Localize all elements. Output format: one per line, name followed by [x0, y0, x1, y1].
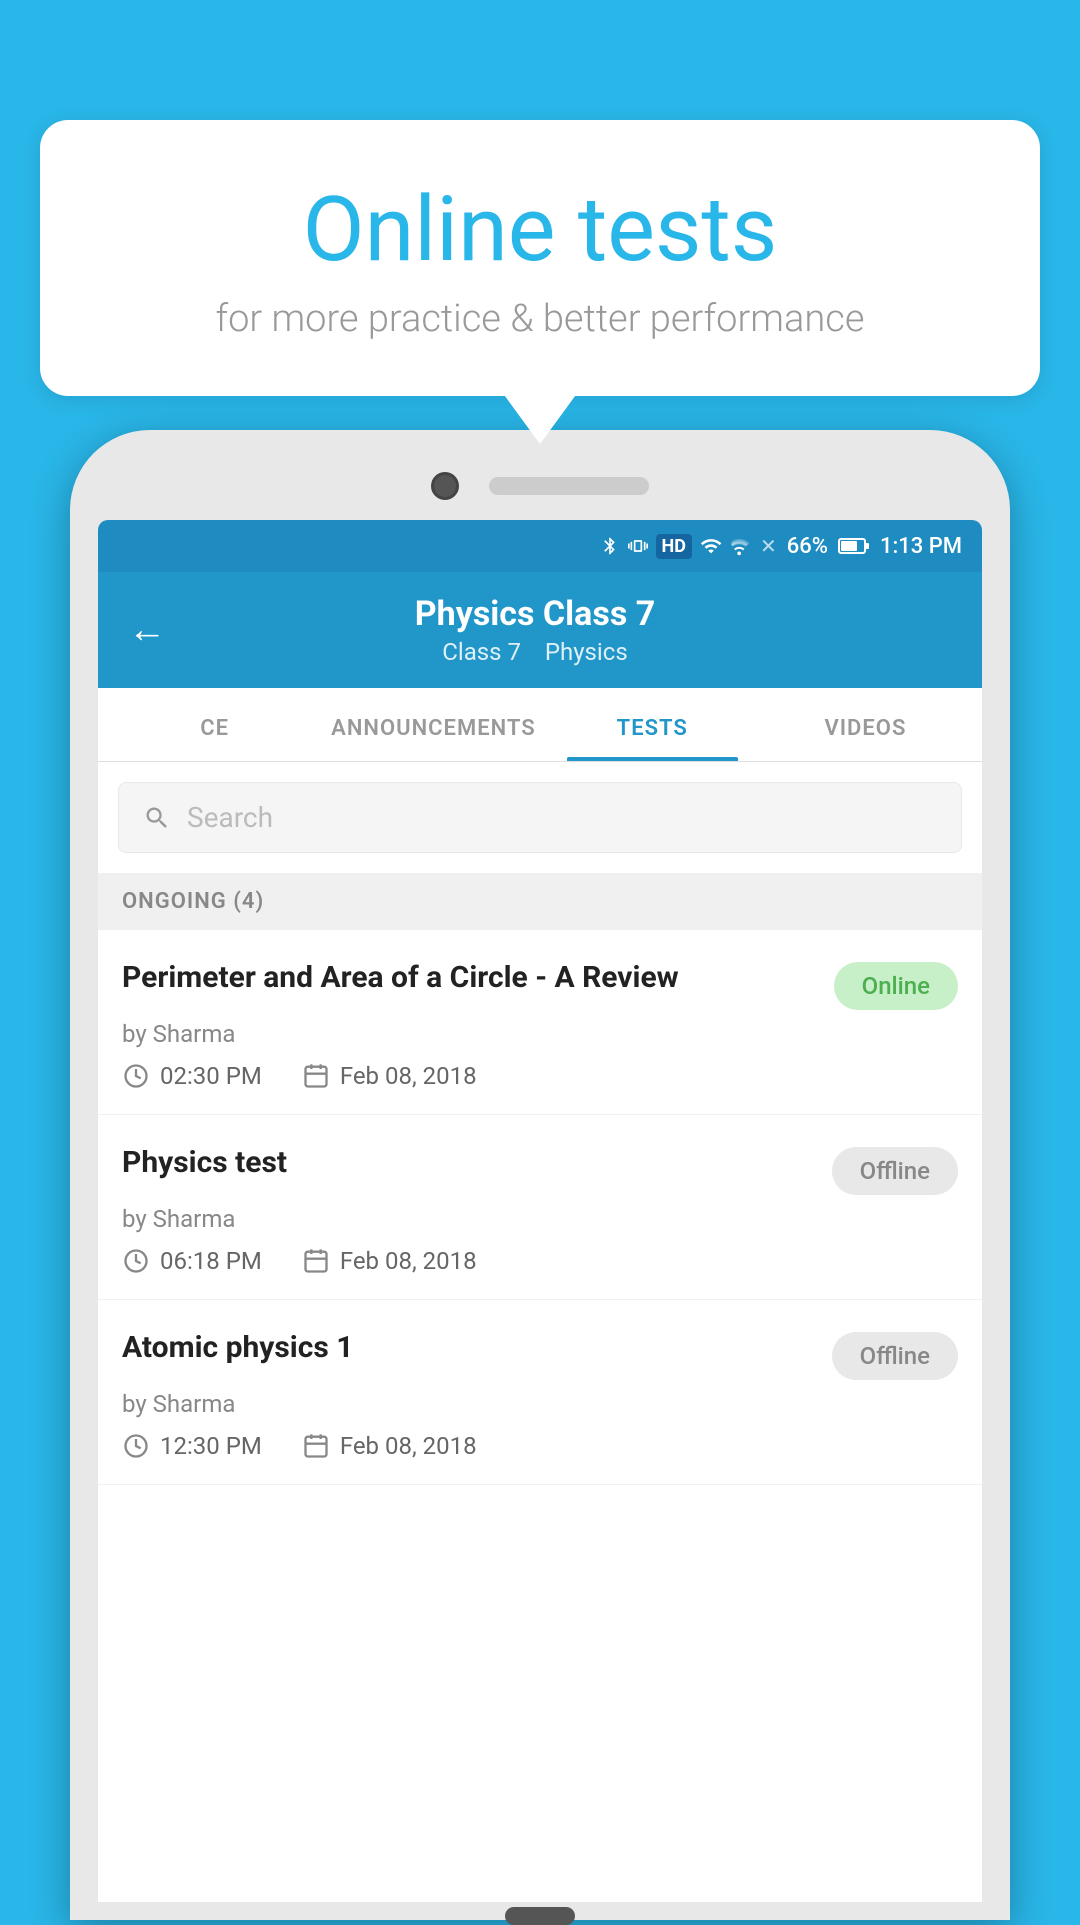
test-item-top: Atomic physics 1 Offline — [122, 1328, 958, 1380]
test-date: Feb 08, 2018 — [302, 1432, 477, 1460]
clock-icon — [122, 1247, 150, 1275]
test-by: by Sharma — [122, 1205, 958, 1233]
tab-videos[interactable]: VIDEOS — [759, 688, 972, 761]
header-title: Physics Class 7 — [196, 594, 874, 634]
header-subtitle: Class 7 Physics — [196, 638, 874, 666]
test-date: Feb 08, 2018 — [302, 1247, 477, 1275]
test-badge-online: Online — [834, 962, 958, 1010]
test-meta: 12:30 PM Feb 08, 2018 — [122, 1432, 958, 1460]
test-badge-offline: Offline — [832, 1332, 958, 1380]
bluetooth-icon — [600, 536, 620, 556]
clock-icon — [122, 1062, 150, 1090]
hd-badge: HD — [656, 534, 692, 559]
test-by: by Sharma — [122, 1020, 958, 1048]
phone-screen: HD ✕ 66% 1:13 PM ← — [98, 520, 982, 1902]
vibrate-icon — [628, 536, 648, 556]
signal-icon — [730, 535, 752, 557]
test-item-top: Perimeter and Area of a Circle - A Revie… — [122, 958, 958, 1010]
test-meta: 02:30 PM Feb 08, 2018 — [122, 1062, 958, 1090]
phone-top-hardware — [98, 458, 982, 510]
battery-icon — [838, 537, 870, 555]
calendar-icon — [302, 1432, 330, 1460]
test-item[interactable]: Perimeter and Area of a Circle - A Revie… — [98, 930, 982, 1115]
tab-announcements[interactable]: ANNOUNCEMENTS — [321, 688, 545, 761]
calendar-icon — [302, 1247, 330, 1275]
no-sim-icon: ✕ — [760, 534, 777, 558]
wifi-icon — [700, 535, 722, 557]
phone-speaker — [489, 477, 649, 495]
test-date: Feb 08, 2018 — [302, 1062, 477, 1090]
test-name: Atomic physics 1 — [122, 1328, 832, 1369]
battery-text: 66% — [787, 534, 828, 559]
test-item-top: Physics test Offline — [122, 1143, 958, 1195]
test-time: 02:30 PM — [122, 1062, 262, 1090]
phone-home-sensor — [505, 1907, 575, 1925]
test-time: 12:30 PM — [122, 1432, 262, 1460]
search-icon — [143, 804, 171, 832]
ongoing-section-header: ONGOING (4) — [98, 873, 982, 930]
back-button[interactable]: ← — [128, 608, 166, 652]
test-name: Physics test — [122, 1143, 832, 1184]
test-by: by Sharma — [122, 1390, 958, 1418]
bubble-title: Online tests — [100, 180, 980, 279]
calendar-icon — [302, 1062, 330, 1090]
speech-bubble: Online tests for more practice & better … — [40, 120, 1040, 396]
tab-tests[interactable]: TESTS — [546, 688, 759, 761]
test-item[interactable]: Atomic physics 1 Offline by Sharma 12:30… — [98, 1300, 982, 1485]
test-name: Perimeter and Area of a Circle - A Revie… — [122, 958, 834, 999]
promo-section: Online tests for more practice & better … — [40, 120, 1040, 396]
header-title-group: Physics Class 7 Class 7 Physics — [196, 594, 874, 666]
test-item[interactable]: Physics test Offline by Sharma 06:18 PM — [98, 1115, 982, 1300]
time-display: 1:13 PM — [880, 534, 962, 559]
clock-icon — [122, 1432, 150, 1460]
search-placeholder[interactable]: Search — [187, 801, 273, 834]
tabs-bar: CE ANNOUNCEMENTS TESTS VIDEOS — [98, 688, 982, 762]
phone-frame: HD ✕ 66% 1:13 PM ← — [70, 430, 1010, 1920]
test-time: 06:18 PM — [122, 1247, 262, 1275]
test-badge-offline: Offline — [832, 1147, 958, 1195]
test-list: Perimeter and Area of a Circle - A Revie… — [98, 930, 982, 1485]
status-bar: HD ✕ 66% 1:13 PM — [98, 520, 982, 572]
tab-ce[interactable]: CE — [108, 688, 321, 761]
bubble-subtitle: for more practice & better performance — [100, 297, 980, 341]
search-input-wrap[interactable]: Search — [118, 782, 962, 853]
phone-outer: HD ✕ 66% 1:13 PM ← — [70, 430, 1010, 1920]
test-meta: 06:18 PM Feb 08, 2018 — [122, 1247, 958, 1275]
phone-camera — [431, 472, 459, 500]
status-icons: HD ✕ — [600, 534, 777, 559]
app-header: ← Physics Class 7 Class 7 Physics — [98, 572, 982, 688]
search-container: Search — [98, 762, 982, 873]
